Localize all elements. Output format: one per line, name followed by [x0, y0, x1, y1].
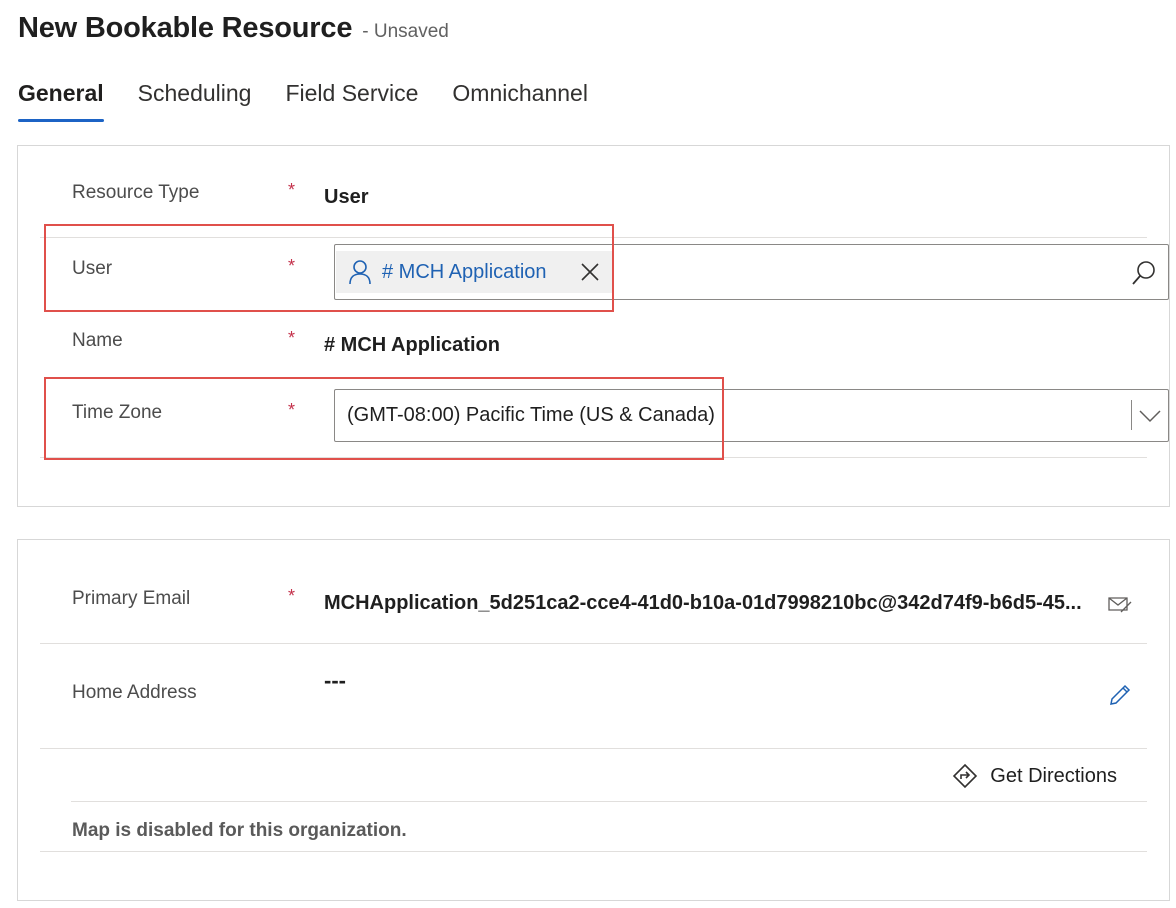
directions-row: Get Directions: [71, 749, 1147, 802]
tab-general[interactable]: General: [18, 80, 104, 122]
select-divider: [1131, 400, 1132, 430]
selected-user-chip[interactable]: # MCH Application: [336, 251, 613, 293]
resource-type-value[interactable]: User: [324, 186, 368, 209]
form-tabs: General Scheduling Field Service Omnicha…: [18, 80, 622, 124]
map-row: Map is disabled for this organization.: [40, 802, 1147, 852]
time-zone-row: Time Zone * (GMT-08:00) Pacific Time (US…: [40, 382, 1169, 458]
save-status: - Unsaved: [362, 21, 449, 42]
required-marker: *: [288, 328, 296, 348]
primary-email-row: Primary Email * MCHApplication_5d251ca2-…: [40, 560, 1147, 644]
close-icon[interactable]: [579, 261, 601, 283]
pencil-icon[interactable]: [1107, 682, 1133, 708]
required-marker: *: [288, 180, 296, 200]
required-marker: *: [288, 586, 296, 606]
name-row: Name * # MCH Application: [40, 310, 1147, 382]
resource-type-label: Resource Type: [72, 182, 200, 203]
resource-type-row: Resource Type * User: [40, 166, 1147, 238]
user-row: User * # MCH Application: [40, 238, 1169, 310]
general-section: Resource Type * User User * # MCH Applic…: [17, 145, 1170, 507]
chevron-down-icon[interactable]: [1138, 404, 1162, 428]
person-icon: [349, 260, 371, 285]
name-label: Name: [72, 330, 123, 351]
page-header: New Bookable Resource - Unsaved: [18, 12, 449, 45]
tab-scheduling[interactable]: Scheduling: [138, 80, 252, 122]
time-zone-label: Time Zone: [72, 402, 163, 423]
primary-email-value[interactable]: MCHApplication_5d251ca2-cce4-41d0-b10a-0…: [324, 592, 1094, 615]
get-directions-label: Get Directions: [990, 764, 1117, 787]
required-marker: *: [288, 256, 296, 276]
selected-user-name[interactable]: # MCH Application: [382, 261, 547, 284]
user-lookup-field[interactable]: # MCH Application: [334, 244, 1169, 300]
home-address-label: Home Address: [72, 682, 197, 703]
primary-email-label: Primary Email: [72, 588, 191, 609]
time-zone-value: (GMT-08:00) Pacific Time (US & Canada): [347, 404, 715, 426]
map-disabled-message: Map is disabled for this organization.: [72, 820, 407, 841]
tab-field-service[interactable]: Field Service: [285, 80, 418, 122]
get-directions-button[interactable]: Get Directions: [952, 763, 1117, 789]
page-title: New Bookable Resource: [18, 12, 353, 44]
required-marker: *: [288, 400, 296, 420]
home-address-row: Home Address ---: [40, 644, 1147, 749]
search-icon[interactable]: [1130, 259, 1158, 287]
tab-omnichannel[interactable]: Omnichannel: [452, 80, 588, 122]
mail-icon[interactable]: [1107, 594, 1133, 616]
contact-section: Primary Email * MCHApplication_5d251ca2-…: [17, 539, 1170, 901]
home-address-value[interactable]: ---: [324, 668, 346, 694]
name-value[interactable]: # MCH Application: [324, 334, 500, 357]
user-label: User: [72, 258, 113, 279]
time-zone-select[interactable]: (GMT-08:00) Pacific Time (US & Canada): [334, 389, 1169, 442]
directions-icon: [953, 763, 978, 789]
